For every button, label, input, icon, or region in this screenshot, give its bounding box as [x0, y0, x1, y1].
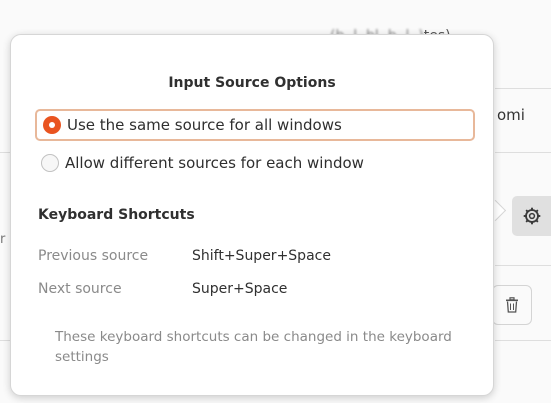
keyboard-shortcuts-heading: Keyboard Shortcuts: [38, 207, 195, 223]
shortcuts-note: These keyboard shortcuts can be changed …: [55, 329, 452, 365]
input-source-options-button[interactable]: [512, 196, 551, 236]
radio-different-sources[interactable]: Allow different sources for each window: [35, 147, 475, 179]
radio-unselected-icon[interactable]: [41, 154, 59, 172]
radio-label: Allow different sources for each window: [65, 154, 364, 172]
divider: [495, 152, 551, 153]
shortcut-value-next: Super+Space: [192, 281, 288, 297]
divider: [495, 88, 551, 89]
trash-icon: [506, 297, 518, 313]
remove-input-source-button[interactable]: [492, 285, 532, 325]
radio-label: Use the same source for all windows: [67, 116, 342, 134]
background-edge-text: r: [0, 232, 6, 247]
background-input-source-name: omi: [497, 106, 525, 124]
shortcut-label-next: Next source: [38, 281, 122, 297]
shortcut-value-previous: Shift+Super+Space: [192, 248, 331, 264]
input-source-options-popover: Input Source Options Use the same source…: [10, 34, 494, 396]
settings-window: (b..l..bl..b..l..)tes) omi r: [0, 0, 551, 403]
shortcut-label-previous: Previous source: [38, 248, 149, 264]
divider: [495, 340, 551, 341]
popover-title: Input Source Options: [168, 75, 336, 91]
radio-same-source[interactable]: Use the same source for all windows: [35, 109, 475, 141]
gear-icon: [523, 207, 540, 225]
divider: [495, 265, 551, 266]
radio-selected-icon[interactable]: [43, 116, 61, 134]
